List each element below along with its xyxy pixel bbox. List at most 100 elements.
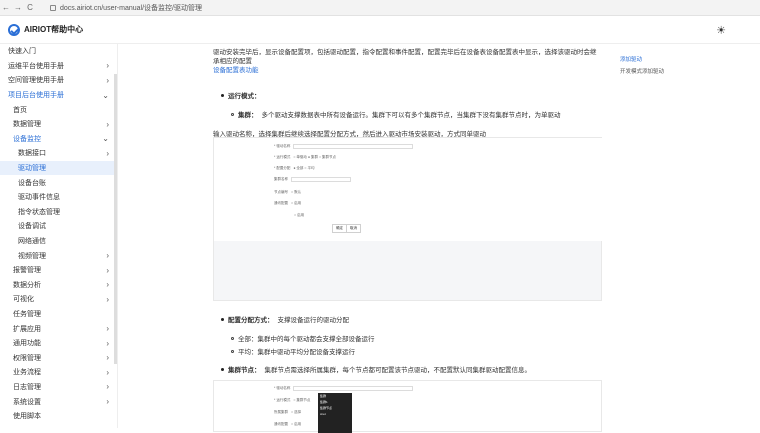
- sidebar-item-label: 设备台账: [18, 179, 46, 187]
- sidebar-item[interactable]: 使用脚本: [0, 409, 117, 424]
- sub-bullet: [231, 349, 234, 353]
- sidebar-item[interactable]: 通用功能 ›: [0, 336, 117, 351]
- sidebar-item-label: 权限管理: [13, 354, 41, 362]
- assign-text: 支撑设备运行的驱动分配: [277, 317, 350, 324]
- sidebar-item[interactable]: 系统设置 ›: [0, 394, 117, 409]
- sidebar-item-label: 报警管理: [13, 267, 41, 275]
- sidebar-item[interactable]: 设备调试: [0, 219, 117, 234]
- sidebar-item[interactable]: 数据管理 ›: [0, 117, 117, 132]
- chevron-right-icon[interactable]: ›: [106, 382, 109, 391]
- sidebar-item[interactable]: 任务管理: [0, 307, 117, 322]
- sidebar-item-label: 设备调试: [18, 223, 46, 231]
- sidebar-item[interactable]: 快速入门: [0, 44, 117, 59]
- site-header: AIRIOT帮助中心 ☀: [0, 16, 760, 44]
- sidebar-item-label: 首页: [13, 106, 27, 114]
- sidebar-item[interactable]: 可视化 ›: [0, 292, 117, 307]
- sidebar-item-label: 快速入门: [8, 48, 36, 56]
- chevron-right-icon[interactable]: ›: [106, 76, 109, 85]
- sidebar-item[interactable]: 数据分析 ›: [0, 278, 117, 293]
- sidebar-item-label: 可视化: [13, 296, 34, 304]
- sidebar-item-label: 系统设置: [13, 398, 41, 406]
- sidebar-item-label: 任务管理: [13, 310, 41, 318]
- chevron-right-icon[interactable]: ›: [106, 251, 109, 260]
- sidebar-item-label: 通用功能: [13, 340, 41, 348]
- sidebar-item[interactable]: 设备台账: [0, 175, 117, 190]
- chevron-right-icon[interactable]: ›: [106, 266, 109, 275]
- chevron-right-icon[interactable]: ›: [106, 353, 109, 362]
- cluster-label: 集群：: [238, 112, 258, 119]
- chevron-right-icon[interactable]: ›: [106, 280, 109, 289]
- assign-label: 配置分配方式：: [228, 317, 274, 324]
- chevron-right-icon[interactable]: ›: [106, 149, 109, 158]
- node-text: 集群节点需选择所属集群，每个节点都可配置该节点驱动，不配置默认同集群驱动配置信息…: [264, 367, 532, 374]
- chevron-right-icon[interactable]: ›: [106, 120, 109, 129]
- sun-icon[interactable]: ☀: [716, 24, 726, 37]
- chevron-right-icon[interactable]: ›: [106, 339, 109, 348]
- sidebar-scrollbar[interactable]: [114, 74, 117, 364]
- site-title: AIRIOT帮助中心: [24, 25, 84, 34]
- sidebar-item[interactable]: 驱动事件信息: [0, 190, 117, 205]
- assign-all-item: 全部：集群中的每个驱动都会支撑全部设备运行: [231, 333, 375, 343]
- sidebar-item[interactable]: 视频管理 ›: [0, 248, 117, 263]
- sidebar-item-label: 数据分析: [13, 281, 41, 289]
- sidebar-item-label: 视频管理: [18, 252, 46, 260]
- sidebar-item-label: 设备监控: [13, 135, 41, 143]
- sidebar-item[interactable]: 指令状态管理: [0, 205, 117, 220]
- chevron-right-icon[interactable]: ›: [106, 397, 109, 406]
- run-mode-item: 运行模式：: [221, 90, 261, 100]
- sidebar-item-label: 使用脚本: [13, 413, 41, 421]
- chevron-down-icon[interactable]: ⌄: [102, 91, 109, 100]
- forward-icon[interactable]: →: [12, 3, 24, 12]
- sidebar-item-label: 运维平台使用手册: [8, 62, 64, 70]
- sidebar-item-label: 指令状态管理: [18, 208, 60, 216]
- node-label: 集群节点：: [228, 367, 261, 374]
- assign-avg-text: 平均：集群中驱动平均分配设备支撑运行: [238, 349, 355, 356]
- bullet: [221, 317, 224, 321]
- back-icon[interactable]: ←: [0, 3, 12, 12]
- sidebar-item[interactable]: 项目后台使用手册 ⌄: [0, 88, 117, 103]
- sidebar-item[interactable]: 设备监控 ⌄: [0, 132, 117, 147]
- sidebar-item[interactable]: 首页: [0, 102, 117, 117]
- sidebar-item-label: 网络通信: [18, 238, 46, 246]
- sidebar-item[interactable]: 权限管理 ›: [0, 350, 117, 365]
- chevron-right-icon[interactable]: ›: [106, 368, 109, 377]
- sidebar: 快速入门运维平台使用手册 › 空间管理使用手册 › 项目后台使用手册 ⌄ 首页数据管理 › 设备…: [0, 44, 118, 428]
- sidebar-item[interactable]: 数据接口 ›: [0, 146, 117, 161]
- chevron-right-icon[interactable]: ›: [106, 295, 109, 304]
- assign-avg-item: 平均：集群中驱动平均分配设备支撑运行: [231, 346, 355, 356]
- reload-icon[interactable]: C: [24, 3, 36, 12]
- bullet: [221, 367, 224, 371]
- sidebar-item[interactable]: 驱动管理: [0, 160, 117, 176]
- chevron-down-icon[interactable]: ⌄: [102, 134, 109, 143]
- sidebar-item[interactable]: 日志管理 ›: [0, 380, 117, 395]
- bullet: [221, 93, 224, 97]
- sidebar-item[interactable]: 空间管理使用手册 ›: [0, 73, 117, 88]
- sidebar-item-label: 空间管理使用手册: [8, 77, 64, 85]
- chevron-right-icon[interactable]: ›: [106, 324, 109, 333]
- sidebar-item[interactable]: 业务流程 ›: [0, 365, 117, 380]
- toc-item-add-driver[interactable]: 添加驱动: [620, 55, 664, 63]
- sidebar-item-label: 扩展应用: [13, 325, 41, 333]
- address-bar[interactable]: docs.airiot.cn/user-manual/设备监控/驱动管理: [50, 3, 202, 13]
- site-info-icon[interactable]: [50, 4, 56, 11]
- intro-text-line1: 驱动安装完毕后，显示设备配置项，包括驱动配置，指令配置和事件配置，配置完毕后在设…: [213, 49, 597, 56]
- sub-bullet: [231, 112, 234, 116]
- sidebar-list: 快速入门运维平台使用手册 › 空间管理使用手册 › 项目后台使用手册 ⌄ 首页数据管理 › 设备…: [0, 44, 117, 423]
- cluster-text: 多个驱动支撑数据表中所有设备运行。集群下可以有多个集群节点，当集群下没有集群节点…: [261, 112, 561, 119]
- sidebar-item-label: 驱动管理: [18, 165, 46, 173]
- node-item: 集群节点： 集群节点需选择所属集群，每个节点都可配置该节点驱动，不配置默认同集群…: [221, 364, 531, 374]
- browser-toolbar: ← → C docs.airiot.cn/user-manual/设备监控/驱动…: [0, 0, 760, 16]
- url-text: docs.airiot.cn/user-manual/设备监控/驱动管理: [60, 4, 202, 12]
- sidebar-item[interactable]: 网络通信: [0, 234, 117, 249]
- sidebar-item[interactable]: 扩展应用 ›: [0, 321, 117, 336]
- sidebar-item[interactable]: 运维平台使用手册 ›: [0, 59, 117, 74]
- table-of-contents: 添加驱动 开发模式添加驱动: [620, 55, 664, 79]
- driver-form-screenshot: * 驱动名称 * 运行模式 ○ 单驱动 ● 集群 ○ 集群节点 * 配置分配 ● 全…: [213, 137, 603, 301]
- sidebar-item[interactable]: 报警管理 ›: [0, 263, 117, 278]
- site-logo[interactable]: AIRIOT帮助中心: [8, 23, 84, 36]
- sub-bullet: [231, 336, 234, 340]
- chevron-right-icon[interactable]: ›: [106, 61, 109, 70]
- device-config-link[interactable]: 设备配置表功能: [213, 66, 613, 75]
- sidebar-item-label: 数据管理: [13, 121, 41, 129]
- toc-item-dev-mode[interactable]: 开发模式添加驱动: [620, 67, 664, 75]
